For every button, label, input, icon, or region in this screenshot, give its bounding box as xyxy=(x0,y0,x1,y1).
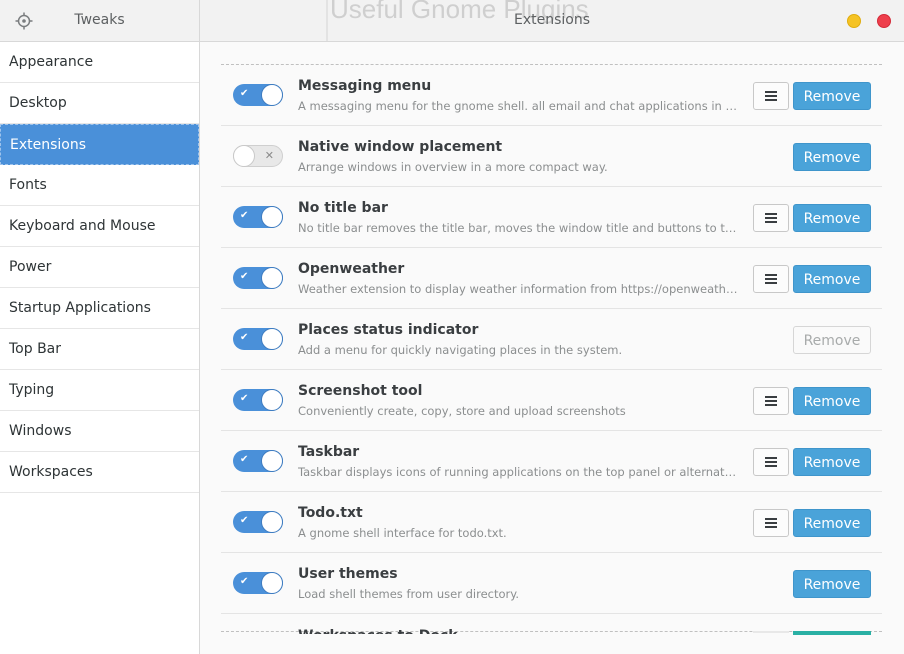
partial-settings-button xyxy=(753,631,789,633)
extension-row-messaging-menu: ✔ Messaging menu A messaging menu for the … xyxy=(221,65,882,126)
extension-row-native-window-placement: ✕ Native window placement Arrange windows … xyxy=(221,126,882,187)
extension-toggle[interactable]: ✔ xyxy=(233,206,283,228)
extension-name: No title bar xyxy=(298,200,388,216)
remove-button[interactable]: Remove xyxy=(793,204,871,232)
checkmark-icon: ✔ xyxy=(240,210,249,221)
extension-row-places-status-indicator: ✔ Places status indicator Add a menu for q… xyxy=(221,309,882,370)
extension-settings-button[interactable] xyxy=(753,204,789,232)
remove-button[interactable]: Remove xyxy=(793,143,871,171)
minimize-button[interactable] xyxy=(847,14,861,28)
sidebar-item-desktop[interactable]: Desktop xyxy=(0,83,199,124)
extension-toggle[interactable]: ✔ xyxy=(233,572,283,594)
extension-name: Screenshot tool xyxy=(298,383,423,399)
toggle-knob xyxy=(261,84,283,106)
toggle-knob xyxy=(233,145,255,167)
toggle-knob xyxy=(261,328,283,350)
sidebar-item-workspaces[interactable]: Workspaces xyxy=(0,452,199,493)
extension-row-screenshot-tool: ✔ Screenshot tool Conveniently create, cop… xyxy=(221,370,882,431)
header-bar: Useful Gnome Plugins Extensions xyxy=(200,0,904,42)
app-title: Tweaks xyxy=(74,12,125,28)
extension-description: A messaging menu for the gnome shell. al… xyxy=(298,99,738,113)
extension-settings-button[interactable] xyxy=(753,82,789,110)
extension-name: Todo.txt xyxy=(298,505,363,521)
remove-button[interactable]: Remove xyxy=(793,509,871,537)
toggle-knob xyxy=(261,572,283,594)
partial-remove-button xyxy=(793,631,871,635)
extension-row-todo-txt: ✔ Todo.txt A gnome shell interface for tod… xyxy=(221,492,882,553)
extension-toggle[interactable]: ✔ xyxy=(233,511,283,533)
extension-toggle[interactable]: ✔ xyxy=(233,450,283,472)
extension-settings-button[interactable] xyxy=(753,448,789,476)
remove-button[interactable]: Remove xyxy=(793,570,871,598)
extension-toggle[interactable]: ✕ xyxy=(233,145,283,167)
close-button[interactable] xyxy=(877,14,891,28)
toggle-knob xyxy=(261,511,283,533)
sidebar-item-fonts[interactable]: Fonts xyxy=(0,165,199,206)
extension-settings-button[interactable] xyxy=(753,509,789,537)
extension-list: ✔ Messaging menu A messaging menu for the … xyxy=(221,64,882,614)
extension-row-taskbar: ✔ Taskbar Taskbar displays icons of runnin… xyxy=(221,431,882,492)
extension-description: Weather extension to display weather inf… xyxy=(298,282,738,296)
sidebar-item-appearance[interactable]: Appearance xyxy=(0,42,199,83)
checkmark-icon: ✔ xyxy=(240,515,249,526)
remove-button[interactable]: Remove xyxy=(793,82,871,110)
checkmark-icon: ✔ xyxy=(240,271,249,282)
remove-button[interactable]: Remove xyxy=(793,387,871,415)
extension-description: A gnome shell interface for todo.txt. xyxy=(298,526,507,540)
sidebar-item-typing[interactable]: Typing xyxy=(0,370,199,411)
hamburger-menu-icon xyxy=(765,91,777,101)
sidebar-item-power[interactable]: Power xyxy=(0,247,199,288)
extension-name: Openweather xyxy=(298,261,405,277)
checkmark-icon: ✔ xyxy=(240,393,249,404)
extension-row-openweather: ✔ Openweather Weather extension to display… xyxy=(221,248,882,309)
hamburger-menu-icon xyxy=(765,396,777,406)
hamburger-menu-icon xyxy=(765,457,777,467)
extension-row-user-themes: ✔ User themes Load shell themes from user … xyxy=(221,553,882,614)
extension-toggle[interactable]: ✔ xyxy=(233,328,283,350)
extension-toggle[interactable]: ✔ xyxy=(233,267,283,289)
page-title: Extensions xyxy=(513,12,591,28)
extension-description: Arrange windows in overview in a more co… xyxy=(298,160,608,174)
extension-description: Taskbar displays icons of running applic… xyxy=(298,465,738,479)
extension-name: Places status indicator xyxy=(298,322,479,338)
sidebar-item-keyboard-and-mouse[interactable]: Keyboard and Mouse xyxy=(0,206,199,247)
extension-name: Messaging menu xyxy=(298,78,432,94)
remove-button[interactable]: Remove xyxy=(793,448,871,476)
remove-button[interactable]: Remove xyxy=(793,326,871,354)
extension-row-no-title-bar: ✔ No title bar No title bar removes the ti… xyxy=(221,187,882,248)
toggle-knob xyxy=(261,389,283,411)
sidebar-header: Tweaks xyxy=(0,0,200,42)
sidebar: Appearance Desktop Extensions Fonts Keyb… xyxy=(0,42,200,654)
toggle-knob xyxy=(261,267,283,289)
extension-name: User themes xyxy=(298,566,398,582)
extension-description: Load shell themes from user directory. xyxy=(298,587,520,601)
toggle-knob xyxy=(261,206,283,228)
checkmark-icon: ✔ xyxy=(240,454,249,465)
extensions-panel: ✔ Messaging menu A messaging menu for the … xyxy=(200,42,904,654)
extension-name: Native window placement xyxy=(298,139,503,155)
toggle-knob xyxy=(261,450,283,472)
checkmark-icon: ✔ xyxy=(240,88,249,99)
sidebar-item-startup-applications[interactable]: Startup Applications xyxy=(0,288,199,329)
extension-name: Taskbar xyxy=(298,444,360,460)
extension-description: Add a menu for quickly navigating places… xyxy=(298,343,623,357)
checkmark-icon: ✔ xyxy=(240,576,249,587)
sidebar-item-top-bar[interactable]: Top Bar xyxy=(0,329,199,370)
hamburger-menu-icon xyxy=(765,518,777,528)
extension-name-partial: Workspaces to Dock xyxy=(298,628,458,634)
sidebar-item-extensions[interactable]: Extensions xyxy=(0,124,199,165)
sidebar-item-windows[interactable]: Windows xyxy=(0,411,199,452)
extension-settings-button[interactable] xyxy=(753,265,789,293)
extension-toggle[interactable]: ✔ xyxy=(233,389,283,411)
remove-button[interactable]: Remove xyxy=(793,265,871,293)
extension-toggle[interactable]: ✔ xyxy=(233,84,283,106)
checkmark-icon: ✔ xyxy=(240,332,249,343)
extension-description: No title bar removes the title bar, move… xyxy=(298,221,738,235)
extension-settings-button[interactable] xyxy=(753,387,789,415)
hamburger-menu-icon xyxy=(765,274,777,284)
extension-description: Conveniently create, copy, store and upl… xyxy=(298,404,626,418)
x-icon: ✕ xyxy=(264,149,274,162)
hamburger-menu-icon xyxy=(765,213,777,223)
